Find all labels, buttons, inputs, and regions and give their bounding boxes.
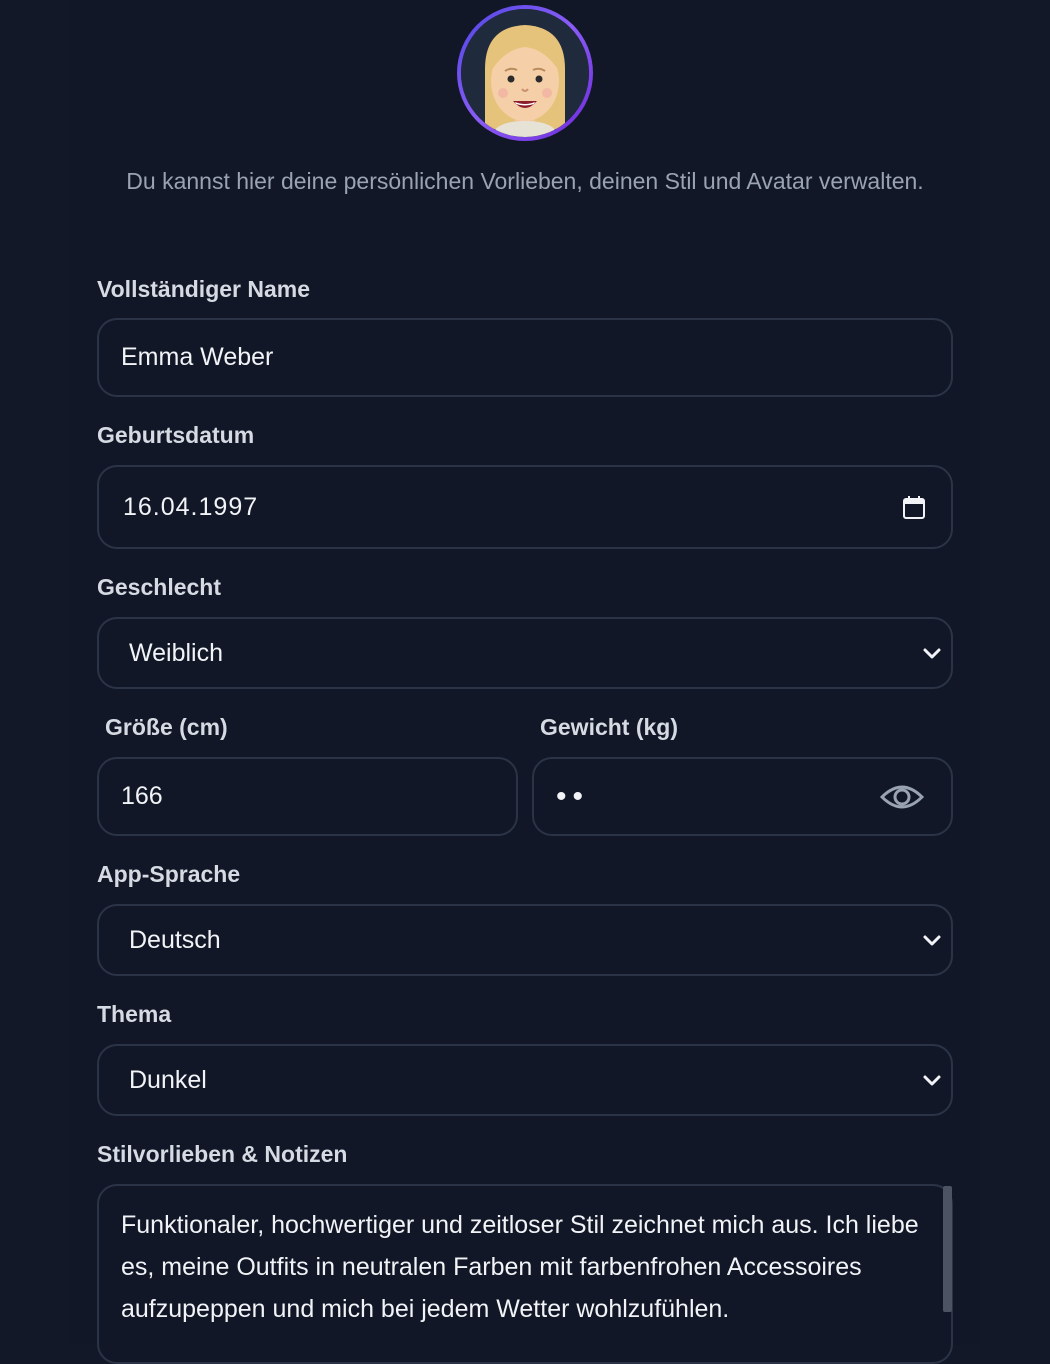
theme-select[interactable]: Dunkel — [97, 1044, 953, 1116]
chevron-down-icon — [923, 648, 941, 659]
gender-select[interactable]: Weiblich — [97, 617, 953, 689]
birthdate-value: 16.04.1997 — [123, 492, 259, 521]
avatar-image — [461, 9, 589, 137]
avatar[interactable] — [457, 5, 593, 141]
eye-icon[interactable] — [879, 779, 925, 815]
birthdate-field[interactable]: 16.04.1997 — [97, 465, 953, 549]
language-select[interactable]: Deutsch — [97, 904, 953, 976]
weight-field[interactable]: •• — [532, 757, 953, 836]
height-value: 166 — [121, 782, 163, 810]
theme-value: Dunkel — [129, 1065, 207, 1094]
height-field[interactable]: 166 — [97, 757, 518, 836]
weight-label: Gewicht (kg) — [540, 714, 679, 740]
theme-label: Thema — [97, 1001, 172, 1027]
notes-textarea[interactable]: Funktionaler, hochwertiger und zeitloser… — [97, 1184, 953, 1364]
chevron-down-icon — [923, 935, 941, 946]
name-value: Emma Weber — [121, 343, 274, 371]
chevron-down-icon — [923, 1075, 941, 1086]
weight-masked-value: •• — [556, 779, 590, 813]
notes-label: Stilvorlieben & Notizen — [97, 1141, 348, 1167]
avatar-woman-icon — [461, 9, 589, 137]
intro-text: Du kannst hier deine persönlichen Vorlie… — [126, 168, 924, 194]
gender-value: Weiblich — [129, 638, 224, 667]
name-field[interactable]: Emma Weber — [97, 318, 953, 397]
birthdate-label: Geburtsdatum — [97, 422, 255, 448]
language-label: App-Sprache — [97, 861, 241, 887]
notes-scrollbar[interactable] — [943, 1186, 952, 1312]
gender-label: Geschlecht — [97, 574, 221, 600]
height-label: Größe (cm) — [105, 714, 228, 740]
calendar-icon[interactable] — [903, 495, 925, 519]
name-label: Vollständiger Name — [97, 276, 311, 302]
language-value: Deutsch — [129, 925, 221, 954]
